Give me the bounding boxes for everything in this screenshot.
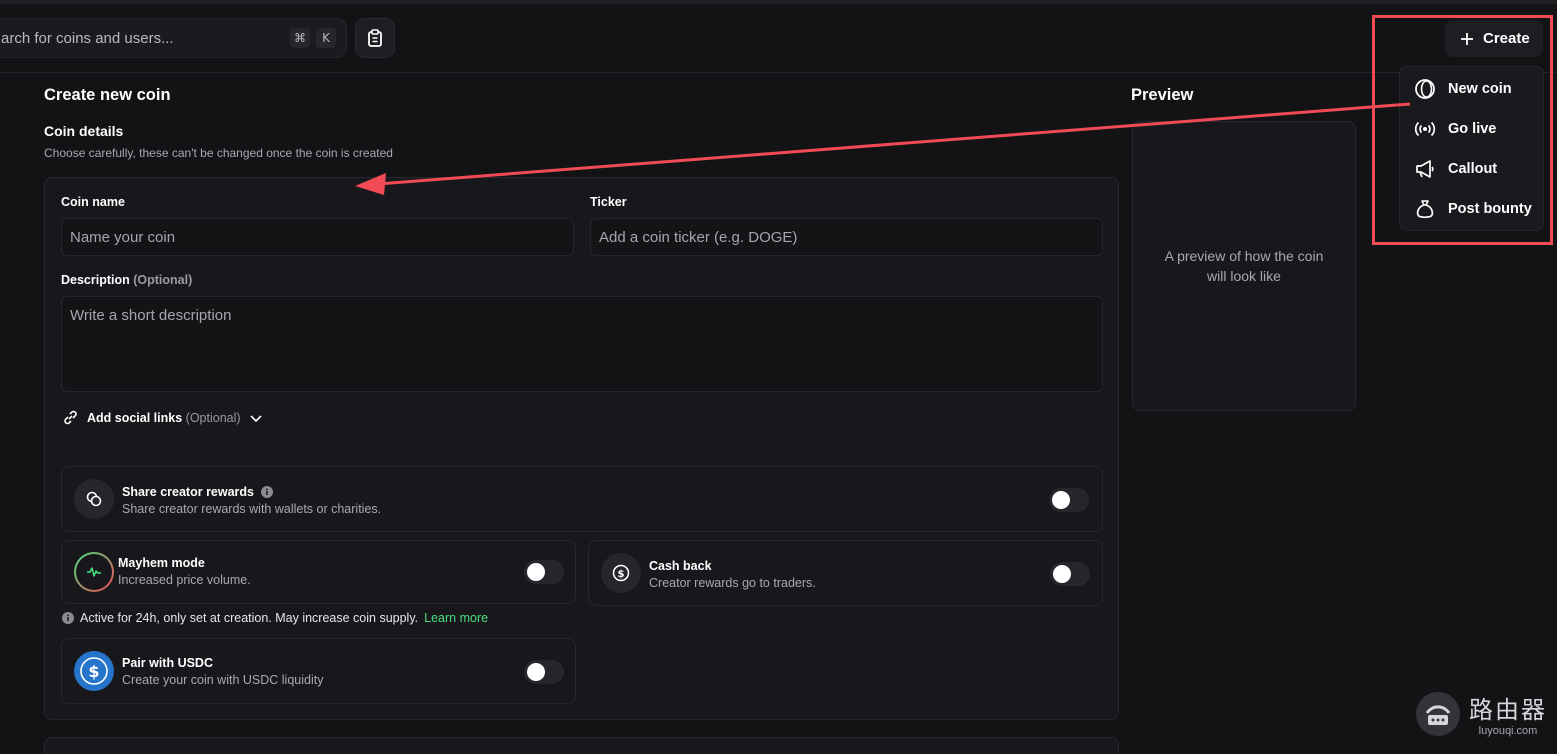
next-section-card: [44, 737, 1119, 754]
description-label-text: Description: [61, 273, 130, 287]
pulse-icon: [74, 552, 114, 592]
share-icon: [74, 479, 114, 519]
clipboard-icon: [368, 29, 382, 47]
cashback-toggle[interactable]: [1050, 562, 1090, 586]
add-social-links-toggle[interactable]: Add social links (Optional): [62, 409, 263, 426]
mayhem-title: Mayhem mode: [118, 556, 205, 570]
top-border: [0, 0, 1557, 4]
share-rewards-desc: Share creator rewards with wallets or ch…: [122, 502, 382, 516]
router-logo-icon: [1416, 691, 1460, 736]
page-title: Create new coin: [44, 86, 171, 104]
learn-more-link[interactable]: Learn more: [424, 611, 488, 625]
share-rewards-option: Share creator rewards Share creator rewa…: [61, 466, 1103, 532]
header-divider: [0, 72, 1557, 73]
preview-title: Preview: [1131, 86, 1194, 104]
info-icon: [62, 612, 74, 624]
mayhem-mode-option: Mayhem mode Increased price volume.: [61, 540, 576, 604]
svg-text:$: $: [618, 569, 625, 580]
clipboard-button[interactable]: [355, 18, 395, 58]
link-icon: [64, 410, 77, 425]
watermark: 路由器 luyouqi.com: [1415, 690, 1547, 737]
coin-name-label: Coin name: [61, 195, 125, 209]
usdc-desc: Create your coin with USDC liquidity: [122, 673, 324, 687]
description-label: Description (Optional): [61, 273, 192, 287]
coin-name-input[interactable]: [61, 218, 574, 256]
usdc-icon: $: [74, 651, 114, 691]
search-bar[interactable]: ⌘ K: [0, 18, 347, 58]
mayhem-desc: Increased price volume.: [118, 573, 251, 587]
dollar-coin-icon: $: [601, 553, 641, 593]
watermark-brand: 路由器: [1469, 696, 1547, 724]
preview-placeholder: A preview of how the coin will look like: [1164, 248, 1324, 284]
search-shortcut: ⌘ K: [290, 28, 336, 48]
usdc-option: $ Pair with USDC Create your coin with U…: [61, 638, 576, 704]
svg-text:$: $: [88, 662, 99, 681]
share-rewards-toggle[interactable]: [1049, 488, 1089, 512]
share-rewards-title: Share creator rewards: [122, 485, 274, 499]
cashback-option: $ Cash back Creator rewards go to trader…: [588, 540, 1103, 606]
cashback-title: Cash back: [649, 559, 712, 573]
notice-text: Active for 24h, only set at creation. Ma…: [80, 611, 419, 625]
chevron-down-icon: [249, 414, 262, 422]
watermark-url: luyouqi.com: [1478, 725, 1538, 737]
section-subtitle: Choose carefully, these can't be changed…: [44, 146, 393, 160]
toggle-knob: [527, 563, 545, 581]
k-key: K: [316, 28, 336, 48]
preview-panel: A preview of how the coin will look like: [1132, 121, 1356, 411]
cashback-desc: Creator rewards go to traders.: [649, 576, 816, 590]
ticker-input[interactable]: [590, 218, 1103, 256]
usdc-title: Pair with USDC: [122, 656, 213, 670]
social-links-label: Add social links (Optional): [87, 410, 241, 425]
description-textarea[interactable]: [61, 296, 1103, 392]
section-title: Coin details: [44, 123, 124, 139]
search-input[interactable]: [1, 29, 271, 47]
annotation-highlight-box: [1372, 15, 1553, 245]
ticker-label: Ticker: [590, 195, 627, 209]
command-key-icon: ⌘: [290, 28, 310, 48]
mayhem-notice: Active for 24h, only set at creation. Ma…: [62, 611, 488, 625]
coin-details-card: Coin name Ticker Description (Optional) …: [44, 177, 1119, 720]
info-icon[interactable]: [261, 486, 274, 498]
mayhem-toggle[interactable]: [524, 560, 564, 584]
usdc-toggle[interactable]: [524, 660, 564, 684]
toggle-knob: [1052, 491, 1070, 509]
toggle-knob: [1053, 565, 1071, 583]
optional-tag: (Optional): [133, 273, 193, 287]
toggle-knob: [527, 663, 545, 681]
watermark-text: 路由器 luyouqi.com: [1469, 690, 1547, 737]
